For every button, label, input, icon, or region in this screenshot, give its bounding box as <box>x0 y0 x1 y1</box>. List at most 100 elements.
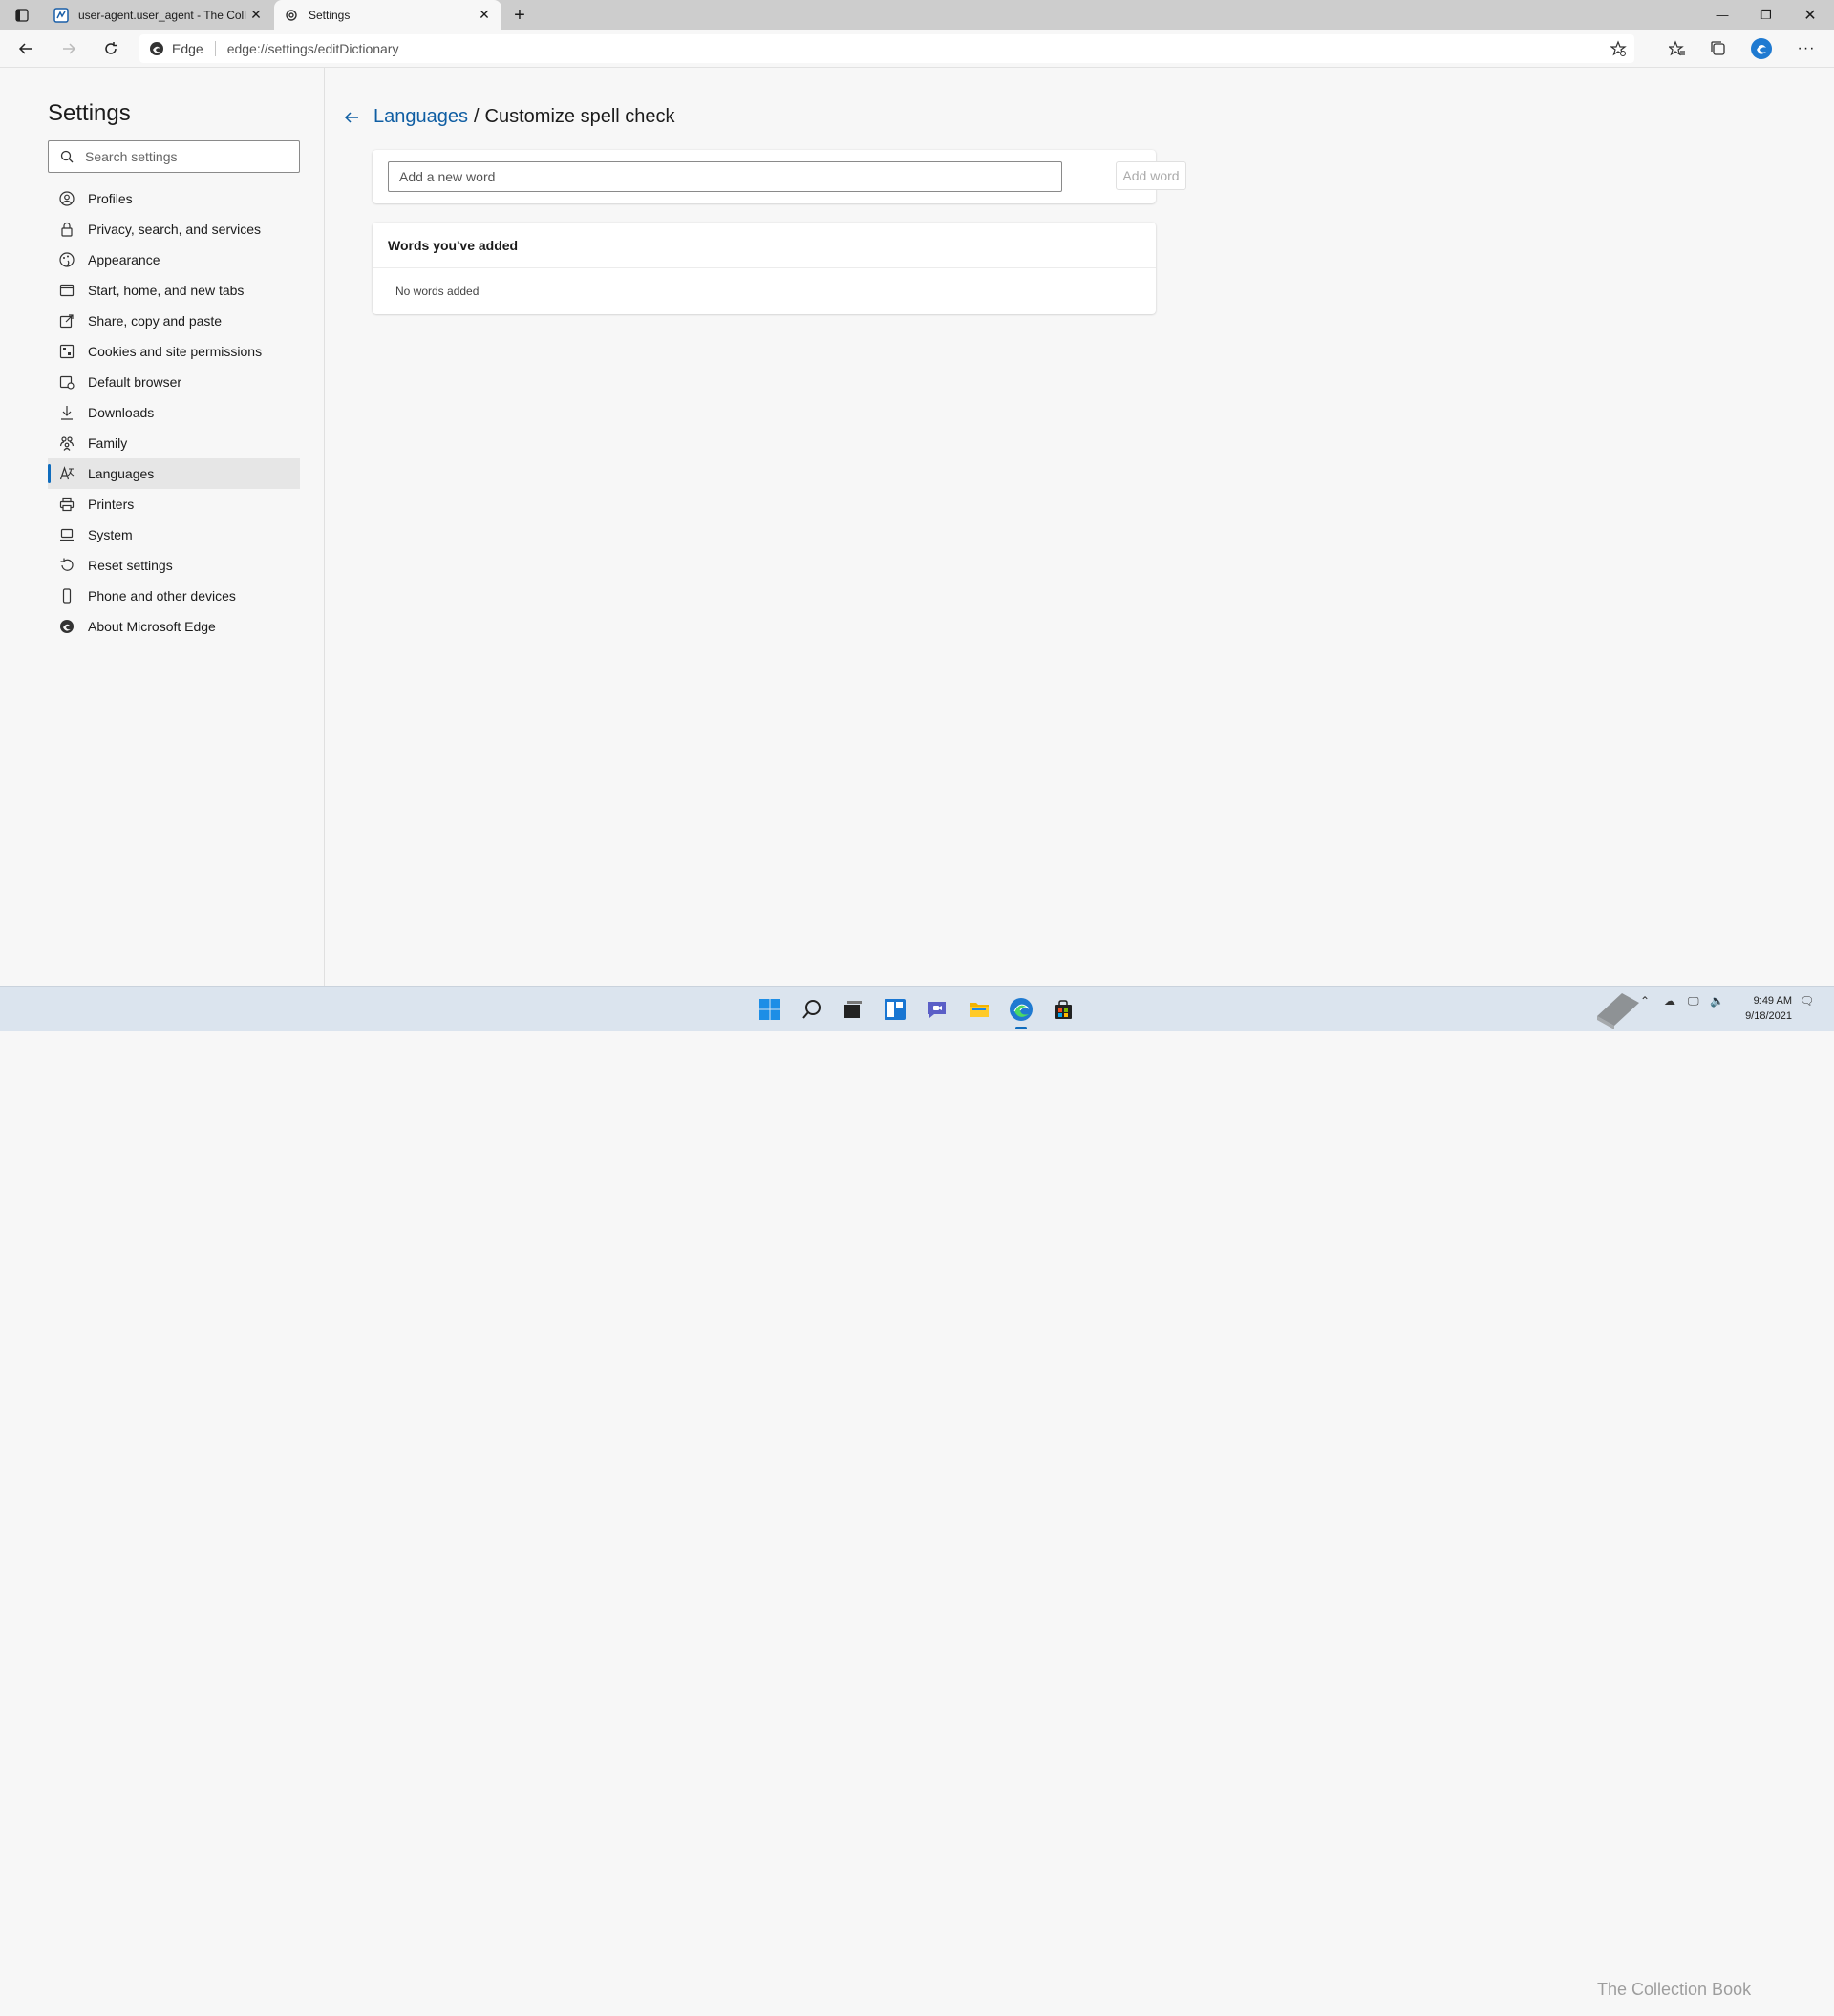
refresh-icon <box>105 42 117 54</box>
sidebar-item-downloads[interactable]: Downloads <box>48 397 300 428</box>
sidebar-item-system[interactable]: System <box>48 520 300 550</box>
windows-start-icon <box>759 999 780 1020</box>
family-icon <box>59 436 75 451</box>
more-icon: ··· <box>1797 40 1816 56</box>
collections-button[interactable] <box>1704 35 1733 62</box>
favorites-icon <box>1669 40 1685 56</box>
download-icon <box>61 406 73 420</box>
book-logo-icon <box>1597 993 1639 1029</box>
close-tab-icon[interactable]: ✕ <box>477 7 492 23</box>
back-arrow-icon[interactable] <box>343 107 364 128</box>
breadcrumb-languages-link[interactable]: Languages <box>373 106 468 128</box>
tab-user-agent[interactable]: user-agent.user_agent - The Coll ✕ <box>44 0 273 30</box>
watermark: The Collection Book <box>1597 1980 1752 1999</box>
add-favorite-icon[interactable] <box>1610 40 1627 60</box>
search-settings[interactable]: Search settings <box>48 140 300 173</box>
store-button[interactable] <box>1048 994 1078 1025</box>
settings-title: Settings <box>48 100 131 126</box>
sidebar-item-label: Share, copy and paste <box>88 313 223 329</box>
sidebar-item-privacy[interactable]: Privacy, search, and services <box>48 214 300 244</box>
minimize-button[interactable]: — <box>1700 0 1744 30</box>
sidebar-item-label: Downloads <box>88 405 155 420</box>
sidebar-item-printers[interactable]: Printers <box>48 489 300 520</box>
volume-icon[interactable]: 🔈 <box>1710 994 1724 1008</box>
sidebar-item-label: Languages <box>88 466 155 481</box>
new-tab-button[interactable]: + <box>508 4 531 27</box>
reset-icon <box>60 558 74 571</box>
sidebar-item-about[interactable]: About Microsoft Edge <box>48 611 300 642</box>
new-word-input[interactable] <box>388 161 1062 192</box>
close-tab-icon[interactable]: ✕ <box>248 7 264 23</box>
site-label: Edge <box>172 41 203 56</box>
sidebar-item-cookies[interactable]: Cookies and site permissions <box>48 336 300 367</box>
edge-taskbar-button[interactable] <box>1006 994 1036 1029</box>
sidebar-item-appearance[interactable]: Appearance <box>48 244 300 275</box>
onedrive-icon[interactable]: ☁ <box>1664 994 1675 1008</box>
add-word-button[interactable]: Add word <box>1116 161 1186 190</box>
page-title: Customize spell check <box>484 106 675 127</box>
search-icon <box>49 150 85 163</box>
sidebar-item-label: Printers <box>88 497 135 512</box>
tab-strip: user-agent.user_agent - The Coll ✕ Setti… <box>0 0 1834 30</box>
clock[interactable]: 9:49 AM 9/18/2021 <box>1745 993 1792 1024</box>
settings-more-button[interactable]: ··· <box>1792 35 1821 62</box>
sidebar-item-family[interactable]: Family <box>48 428 300 458</box>
notifications-icon[interactable]: 🗨 <box>1800 994 1814 1008</box>
sidebar-item-label: Family <box>88 435 128 451</box>
start-button[interactable] <box>755 994 785 1025</box>
folder-icon <box>970 1003 989 1017</box>
sidebar-item-label: System <box>88 527 133 542</box>
phone-icon <box>62 588 72 604</box>
forward-arrow-icon <box>63 43 76 54</box>
back-button[interactable] <box>11 35 40 62</box>
sidebar-item-languages[interactable]: Languages <box>48 458 300 489</box>
address-divider <box>214 41 216 56</box>
sidebar-item-reset[interactable]: Reset settings <box>48 550 300 581</box>
favorites-button[interactable] <box>1663 35 1692 62</box>
languages-icon <box>59 466 75 480</box>
sidebar-item-label: Privacy, search, and services <box>88 222 262 237</box>
tab-title: Settings <box>309 8 351 22</box>
search-icon <box>802 1000 821 1019</box>
sidebar-item-start-home-tabs[interactable]: Start, home, and new tabs <box>48 275 300 306</box>
file-explorer-button[interactable] <box>964 994 994 1025</box>
sidebar-item-label: Phone and other devices <box>88 588 236 604</box>
forward-button[interactable] <box>54 35 83 62</box>
tab-actions-button[interactable] <box>0 0 44 30</box>
appearance-icon <box>59 252 75 267</box>
clock-date: 9/18/2021 <box>1745 1010 1792 1022</box>
sidebar-item-profiles[interactable]: Profiles <box>48 183 300 214</box>
sidebar-item-label: Appearance <box>88 252 160 267</box>
lock-icon <box>61 222 73 237</box>
sidebar-item-label: Reset settings <box>88 558 173 573</box>
sidebar-item-share-copy-paste[interactable]: Share, copy and paste <box>48 306 300 336</box>
profile-button[interactable] <box>1747 35 1776 62</box>
tab-settings[interactable]: Settings ✕ <box>274 0 501 30</box>
sidebar-item-label: Start, home, and new tabs <box>88 283 245 298</box>
widgets-icon <box>885 999 906 1020</box>
widgets-button[interactable] <box>880 994 910 1025</box>
taskbar-search-button[interactable] <box>797 994 827 1025</box>
show-hidden-icons[interactable]: ⌃ <box>1640 994 1650 1008</box>
page-favicon-icon <box>53 7 69 23</box>
refresh-button[interactable] <box>96 35 125 62</box>
chat-button[interactable] <box>922 994 952 1025</box>
words-added-card: Words you've added No words added <box>373 223 1156 314</box>
settings-sidebar: Settings Search settings Profiles Privac… <box>0 68 325 986</box>
settings-nav: Profiles Privacy, search, and services A… <box>48 183 300 642</box>
task-view-icon <box>844 1001 862 1018</box>
network-icon[interactable]: 🖵 <box>1688 994 1699 1008</box>
chevron-up-icon: ⌃ <box>1640 994 1651 1008</box>
restore-button[interactable]: ❐ <box>1744 0 1788 30</box>
url-text: edge://settings/editDictionary <box>226 41 399 56</box>
task-view-button[interactable] <box>838 994 868 1025</box>
sidebar-item-phone[interactable]: Phone and other devices <box>48 581 300 611</box>
printer-icon <box>59 497 75 512</box>
clock-time: 9:49 AM <box>1753 995 1792 1007</box>
sidebar-item-default-browser[interactable]: Default browser <box>48 367 300 397</box>
address-bar[interactable]: Edge edge://settings/editDictionary <box>139 34 1634 63</box>
collections-icon <box>1711 41 1725 55</box>
site-info[interactable]: Edge <box>139 41 203 56</box>
share-icon <box>59 314 74 329</box>
close-window-button[interactable]: ✕ <box>1788 0 1832 30</box>
